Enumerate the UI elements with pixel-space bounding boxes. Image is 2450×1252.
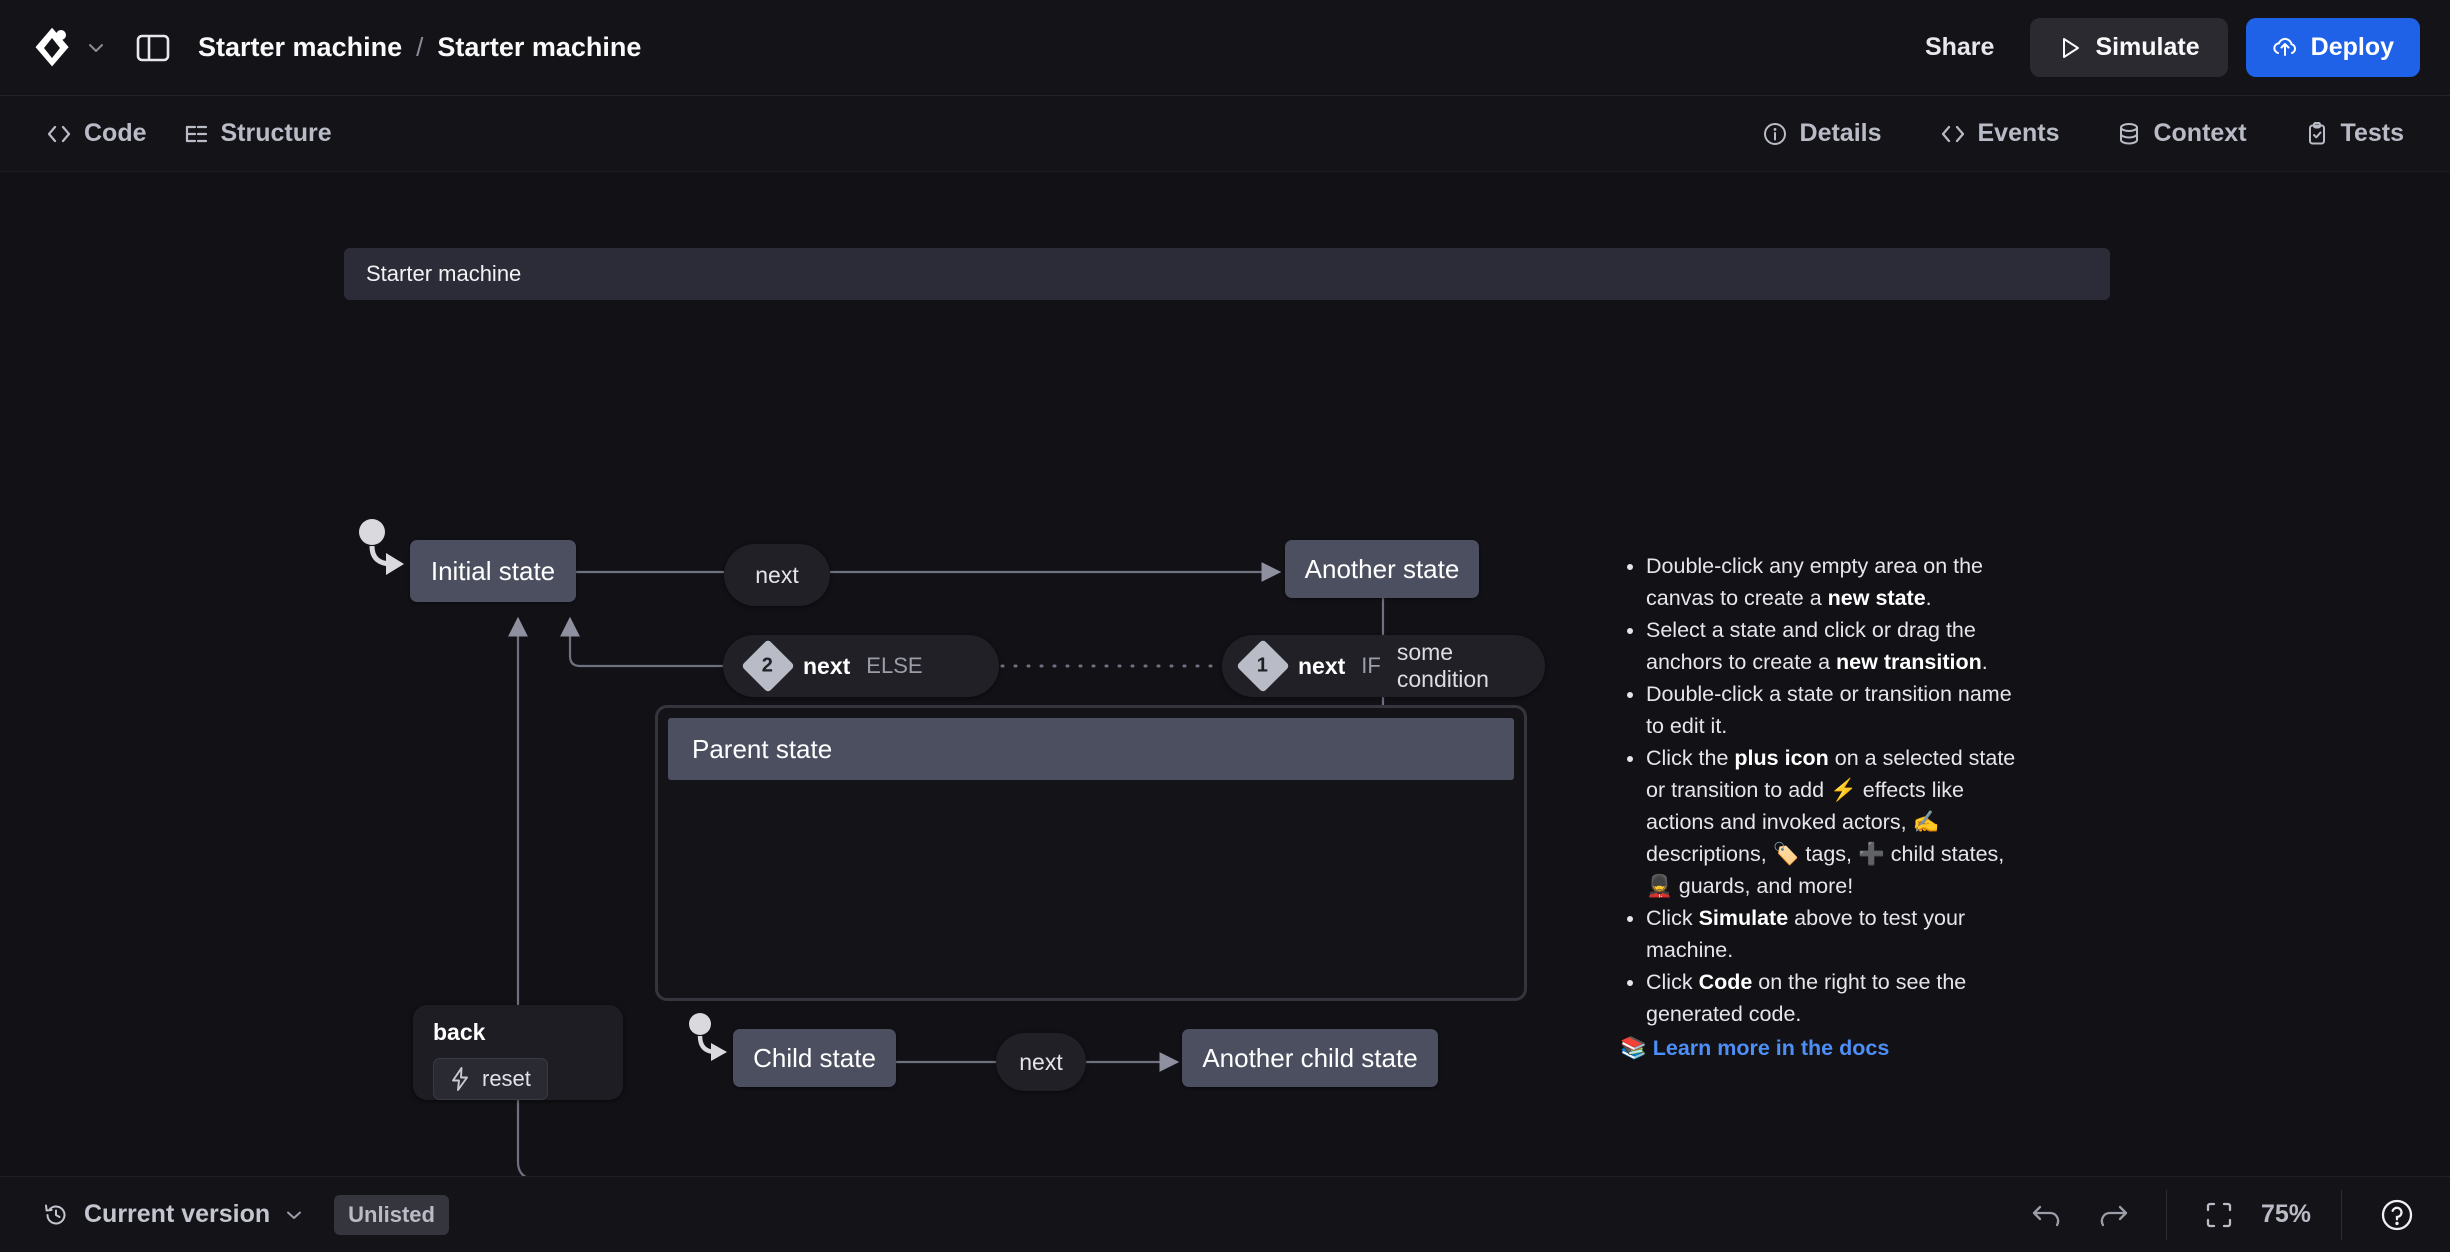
guard-order-diamond-icon: 1 — [1236, 639, 1290, 693]
status-divider — [2341, 1189, 2342, 1240]
clipboard-check-icon — [2305, 121, 2329, 147]
state-machine-canvas[interactable]: Starter machine Parent state Initial sta… — [0, 172, 2450, 1176]
info-circle-icon — [1762, 121, 1788, 147]
tab-details-label: Details — [1799, 119, 1882, 147]
tab-details[interactable]: Details — [1744, 109, 1900, 158]
tab-bar: Code Structure Details Events Context Te… — [0, 96, 2450, 172]
visibility-badge: Unlisted — [334, 1194, 449, 1235]
deploy-label: Deploy — [2310, 33, 2394, 61]
tab-context[interactable]: Context — [2099, 109, 2264, 158]
chevron-down-icon[interactable] — [86, 38, 106, 58]
transition-next-child[interactable]: next — [996, 1033, 1086, 1091]
fit-to-screen-icon — [2203, 1199, 2235, 1231]
redo-button[interactable] — [2090, 1195, 2136, 1235]
state-node-initial-state[interactable]: Initial state — [410, 540, 576, 602]
transition-next-top[interactable]: next — [724, 544, 830, 606]
deploy-button[interactable]: Deploy — [2245, 18, 2420, 77]
transition-guard-keyword: ELSE — [866, 653, 923, 678]
bolt-icon — [450, 1067, 470, 1091]
top-bar-actions: Share Simulate Deploy — [1907, 18, 2420, 77]
parent-state-label[interactable]: Parent state — [668, 718, 1514, 780]
top-bar: Starter machine / Starter machine Share … — [0, 0, 2450, 96]
tab-tests-label: Tests — [2340, 119, 2404, 147]
guard-order-number: 1 — [1257, 654, 1269, 677]
state-node-another-child-state[interactable]: Another child state — [1182, 1029, 1438, 1087]
help-button[interactable] — [2372, 1190, 2422, 1240]
breadcrumb-machine[interactable]: Starter machine — [437, 32, 641, 63]
chevron-down-icon — [284, 1205, 304, 1225]
help-item: Click Code on the right to see the gener… — [1646, 966, 2020, 1030]
fit-to-screen-button[interactable] — [2197, 1193, 2241, 1237]
guard-order-number: 2 — [762, 654, 774, 677]
code-brackets-icon — [46, 123, 72, 145]
tab-code-label: Code — [84, 119, 147, 147]
tree-structure-icon — [183, 123, 209, 145]
transition-guard-keyword: IF — [1361, 653, 1381, 678]
database-icon — [2117, 121, 2141, 147]
question-circle-icon — [2378, 1196, 2416, 1234]
transition-next-else[interactable]: 2 next ELSE — [723, 635, 999, 697]
undo-button[interactable] — [2024, 1195, 2070, 1235]
tab-context-label: Context — [2153, 119, 2247, 147]
transition-event-label: next — [1298, 652, 1346, 679]
tab-bar-right-group: Details Events Context Tests — [1744, 109, 2422, 158]
help-bullet-list: Double-click any empty area on the canva… — [1620, 550, 2020, 1030]
state-node-another-state[interactable]: Another state — [1285, 540, 1479, 598]
cloud-upload-icon — [2272, 36, 2298, 60]
simulate-button[interactable]: Simulate — [2030, 18, 2228, 77]
help-item: Double-click any empty area on the canva… — [1646, 550, 2020, 614]
help-item: Click Simulate above to test your machin… — [1646, 902, 2020, 966]
transition-next-if[interactable]: 1 next IF some condition — [1222, 635, 1545, 697]
machine-title-bar[interactable]: Starter machine — [344, 248, 2110, 300]
breadcrumb-project[interactable]: Starter machine — [198, 32, 402, 63]
status-bar: Current version Unlisted 75% — [0, 1176, 2450, 1252]
help-item: Click the plus icon on a selected state … — [1646, 742, 2020, 902]
guard-order-diamond-icon: 2 — [741, 639, 795, 693]
simulate-label: Simulate — [2095, 33, 2200, 61]
zoom-level-label[interactable]: 75% — [2261, 1200, 2311, 1229]
logo-menu[interactable] — [30, 25, 106, 71]
undo-arrow-icon — [2030, 1201, 2064, 1229]
state-node-parent[interactable]: Parent state — [655, 705, 1527, 1001]
breadcrumb: Starter machine / Starter machine — [198, 32, 641, 63]
play-icon — [2058, 36, 2082, 60]
transition-guard-condition: some condition — [1396, 639, 1489, 692]
help-item: Select a state and click or drag the anc… — [1646, 614, 2020, 678]
onboarding-help-text: Double-click any empty area on the canva… — [1620, 550, 2020, 1064]
code-brackets-icon — [1940, 123, 1966, 145]
transition-back[interactable]: back reset — [413, 1005, 623, 1100]
tab-structure[interactable]: Structure — [165, 109, 350, 158]
state-node-child-state[interactable]: Child state — [733, 1029, 896, 1087]
breadcrumb-separator: / — [416, 32, 424, 62]
tab-events-label: Events — [1977, 119, 2060, 147]
action-reset-chip[interactable]: reset — [433, 1058, 548, 1100]
tab-structure-label: Structure — [220, 119, 332, 147]
transition-event-label: next — [803, 652, 851, 679]
docs-link[interactable]: 📚 Learn more in the docs — [1620, 1032, 2020, 1064]
action-reset-label: reset — [482, 1066, 531, 1091]
status-divider — [2165, 1189, 2167, 1240]
current-version-label: Current version — [84, 1200, 271, 1228]
tab-events[interactable]: Events — [1922, 109, 2078, 158]
redo-arrow-icon — [2096, 1201, 2130, 1229]
sidebar-panel-icon[interactable] — [134, 29, 198, 67]
stately-logo-icon[interactable] — [30, 25, 74, 71]
share-button[interactable]: Share — [1907, 21, 2012, 74]
tab-tests[interactable]: Tests — [2287, 109, 2422, 158]
history-clock-icon — [42, 1201, 70, 1229]
help-item: Double-click a state or transition name … — [1646, 678, 2020, 742]
tab-code[interactable]: Code — [28, 109, 165, 158]
status-bar-right-group: 75% — [2024, 1189, 2422, 1240]
transition-back-label: back — [433, 1019, 486, 1045]
current-version-button[interactable]: Current version — [28, 1192, 318, 1237]
stately-editor-window: Starter machine / Starter machine Share … — [0, 0, 2450, 1252]
